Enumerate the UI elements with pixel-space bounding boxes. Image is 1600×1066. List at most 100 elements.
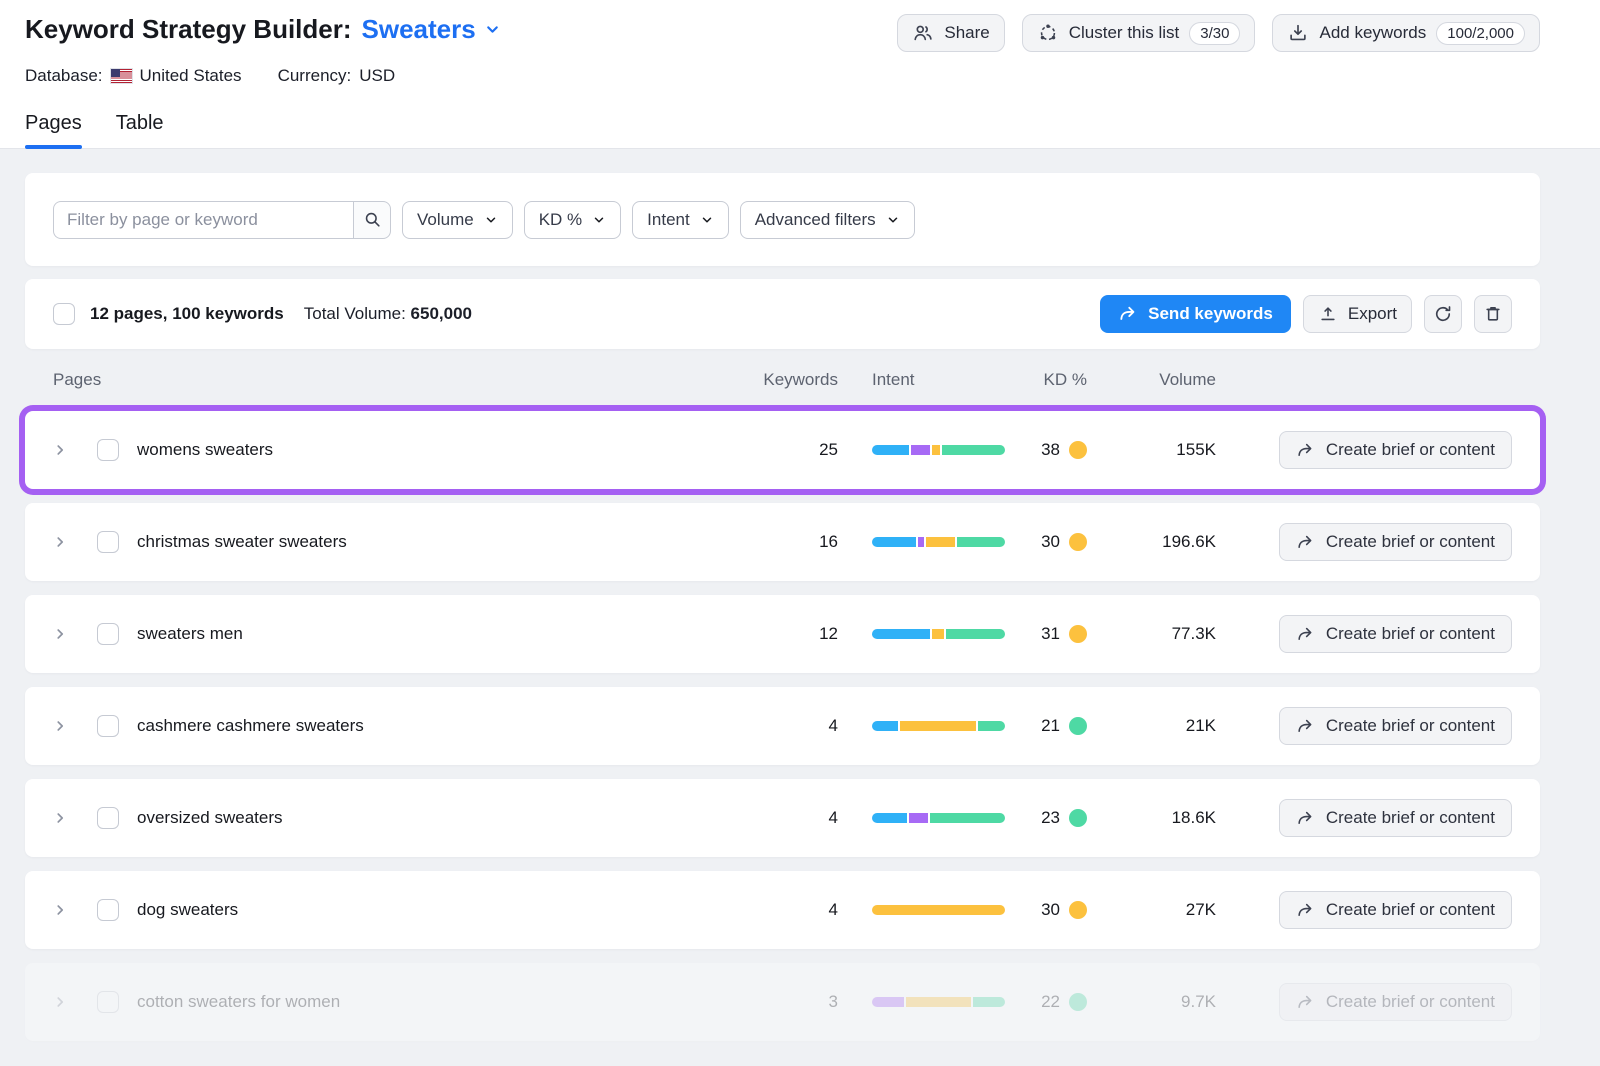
advanced-filters-dropdown[interactable]: Advanced filters bbox=[740, 201, 915, 239]
create-brief-label: Create brief or content bbox=[1326, 992, 1495, 1012]
download-icon bbox=[1287, 22, 1309, 44]
table-row[interactable]: christmas sweater sweaters 16 30 196.6K … bbox=[25, 503, 1540, 581]
volume-filter-label: Volume bbox=[417, 210, 474, 230]
row-checkbox[interactable] bbox=[97, 807, 119, 829]
table-row[interactable]: cashmere cashmere sweaters 4 21 21K Crea… bbox=[25, 687, 1540, 765]
intent-bar bbox=[872, 629, 1005, 639]
expand-chevron-icon[interactable] bbox=[53, 903, 67, 917]
expand-chevron-icon[interactable] bbox=[53, 811, 67, 825]
share-button[interactable]: Share bbox=[897, 14, 1004, 52]
upload-icon bbox=[1318, 304, 1338, 324]
search-button[interactable] bbox=[353, 201, 391, 239]
volume-value: 21K bbox=[1087, 716, 1216, 736]
create-brief-button[interactable]: Create brief or content bbox=[1279, 799, 1512, 837]
intent-segment-green bbox=[942, 445, 1006, 455]
intent-segment-green bbox=[978, 721, 1005, 731]
volume-value: 9.7K bbox=[1087, 992, 1216, 1012]
kd-dot bbox=[1069, 901, 1087, 919]
database-value: United States bbox=[140, 66, 242, 86]
chevron-down-icon bbox=[886, 213, 900, 227]
intent-segment-blue bbox=[872, 629, 930, 639]
tab-pages[interactable]: Pages bbox=[25, 112, 82, 148]
kd-value: 38 bbox=[1041, 440, 1060, 460]
intent-filter-dropdown[interactable]: Intent bbox=[632, 201, 729, 239]
row-checkbox[interactable] bbox=[97, 991, 119, 1013]
cluster-list-button[interactable]: Cluster this list 3/30 bbox=[1022, 14, 1256, 52]
kd-value: 22 bbox=[1041, 992, 1060, 1012]
forward-arrow-icon bbox=[1296, 717, 1315, 736]
create-brief-button[interactable]: Create brief or content bbox=[1279, 983, 1512, 1021]
table-row[interactable]: sweaters men 12 31 77.3K Create brief or… bbox=[25, 595, 1540, 673]
export-button[interactable]: Export bbox=[1303, 295, 1412, 333]
intent-segment-blue bbox=[872, 445, 909, 455]
chevron-down-icon bbox=[592, 213, 606, 227]
table-row[interactable]: womens sweaters 25 38 155K Create brief … bbox=[25, 411, 1540, 489]
refresh-icon bbox=[1433, 304, 1453, 324]
cluster-label: Cluster this list bbox=[1069, 23, 1180, 43]
kd-dot bbox=[1069, 993, 1087, 1011]
add-keywords-button[interactable]: Add keywords 100/2,000 bbox=[1272, 14, 1540, 52]
forward-arrow-icon bbox=[1296, 993, 1315, 1012]
expand-chevron-icon[interactable] bbox=[53, 995, 67, 1009]
create-brief-label: Create brief or content bbox=[1326, 808, 1495, 828]
kd-value: 30 bbox=[1041, 900, 1060, 920]
expand-chevron-icon[interactable] bbox=[53, 719, 67, 733]
intent-segment-purple bbox=[918, 537, 923, 547]
forward-arrow-icon bbox=[1296, 625, 1315, 644]
row-checkbox[interactable] bbox=[97, 715, 119, 737]
tab-table[interactable]: Table bbox=[116, 112, 164, 148]
page-name: cotton sweaters for women bbox=[137, 992, 340, 1012]
create-brief-button[interactable]: Create brief or content bbox=[1279, 431, 1512, 469]
search-group bbox=[53, 201, 391, 239]
intent-bar bbox=[872, 537, 1005, 547]
create-brief-button[interactable]: Create brief or content bbox=[1279, 615, 1512, 653]
selection-summary: 12 pages, 100 keywords bbox=[90, 304, 284, 324]
row-checkbox[interactable] bbox=[97, 439, 119, 461]
page-header: Keyword Strategy Builder: Sweaters Share bbox=[0, 0, 1600, 148]
column-header-intent: Intent bbox=[872, 370, 1005, 390]
forward-arrow-icon bbox=[1296, 441, 1315, 460]
kd-filter-dropdown[interactable]: KD % bbox=[524, 201, 621, 239]
select-all-checkbox[interactable] bbox=[53, 303, 75, 325]
intent-segment-green bbox=[973, 997, 1005, 1007]
table-row[interactable]: cotton sweaters for women 3 22 9.7K Crea… bbox=[25, 963, 1540, 1041]
send-keywords-button[interactable]: Send keywords bbox=[1100, 295, 1291, 333]
expand-chevron-icon[interactable] bbox=[53, 443, 67, 457]
expand-chevron-icon[interactable] bbox=[53, 627, 67, 641]
create-brief-button[interactable]: Create brief or content bbox=[1279, 523, 1512, 561]
us-flag-icon bbox=[111, 69, 132, 83]
forward-arrow-icon bbox=[1296, 533, 1315, 552]
row-checkbox[interactable] bbox=[97, 623, 119, 645]
page-name: dog sweaters bbox=[137, 900, 238, 920]
create-brief-button[interactable]: Create brief or content bbox=[1279, 891, 1512, 929]
table-row[interactable]: dog sweaters 4 30 27K Create brief or co… bbox=[25, 871, 1540, 949]
kd-dot bbox=[1069, 717, 1087, 735]
create-brief-label: Create brief or content bbox=[1326, 440, 1495, 460]
search-icon bbox=[363, 210, 382, 229]
refresh-button[interactable] bbox=[1424, 295, 1462, 333]
intent-segment-purple bbox=[911, 445, 930, 455]
search-input[interactable] bbox=[53, 201, 353, 239]
volume-filter-dropdown[interactable]: Volume bbox=[402, 201, 513, 239]
selection-toolbar: 12 pages, 100 keywords Total Volume: 650… bbox=[25, 279, 1540, 349]
expand-chevron-icon[interactable] bbox=[53, 535, 67, 549]
total-volume-value: 650,000 bbox=[411, 304, 472, 323]
keywords-count-badge: 100/2,000 bbox=[1436, 22, 1525, 45]
row-checkbox[interactable] bbox=[97, 531, 119, 553]
kd-dot bbox=[1069, 625, 1087, 643]
kd-dot bbox=[1069, 441, 1087, 459]
create-brief-label: Create brief or content bbox=[1326, 900, 1495, 920]
intent-segment-yellow bbox=[872, 905, 1005, 915]
list-selector[interactable]: Sweaters bbox=[362, 14, 501, 45]
row-checkbox[interactable] bbox=[97, 899, 119, 921]
table-row[interactable]: oversized sweaters 4 23 18.6K Create bri… bbox=[25, 779, 1540, 857]
currency-label: Currency: bbox=[278, 66, 352, 86]
intent-segment-blue bbox=[872, 813, 907, 823]
intent-segment-yellow bbox=[932, 629, 944, 639]
create-brief-button[interactable]: Create brief or content bbox=[1279, 707, 1512, 745]
delete-button[interactable] bbox=[1474, 295, 1512, 333]
intent-bar bbox=[872, 445, 1005, 455]
intent-segment-yellow bbox=[906, 997, 971, 1007]
send-arrow-icon bbox=[1118, 304, 1138, 324]
keywords-count: 25 bbox=[758, 440, 838, 460]
